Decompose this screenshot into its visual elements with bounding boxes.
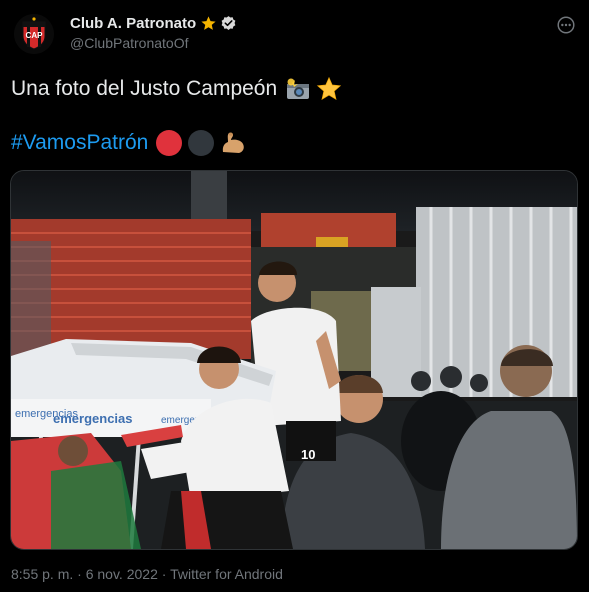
display-name[interactable]: Club A. Patronato [70,15,196,32]
player-number: 10 [301,447,315,462]
black-circle-icon [188,130,215,156]
red-circle-icon [156,130,183,156]
camera-with-flash-icon [287,78,310,99]
hashtag-row: #VamosPatrón [11,130,247,156]
star-icon [201,15,216,30]
star-icon [317,76,342,100]
stadium-celebration-image: 10 emergencias emergencias emergencias [11,171,577,549]
hashtag-link[interactable]: #VamosPatrón [11,131,148,155]
name-row: Club A. Patronato [70,13,237,33]
tweet-date[interactable]: 6 nov. 2022 [86,566,158,582]
more-options-icon[interactable] [555,14,577,36]
tweet-source[interactable]: Twitter for Android [170,566,283,582]
tweet-text-content: Una foto del Justo Campeón [11,77,278,100]
tweet-text: Una foto del Justo Campeón [11,76,342,102]
verified-badge-icon [221,15,236,30]
club-crest-icon: CAP [14,14,54,54]
tweet-meta: 8:55 p. m. · 6 nov. 2022 · Twitter for A… [11,566,283,582]
avatar[interactable]: CAP [14,14,54,54]
meta-separator: · [157,566,171,582]
meta-separator: · [73,566,86,582]
svg-text:CAP: CAP [26,31,44,40]
cart-banner-text-center: emergencias [53,411,133,426]
tweet-photo[interactable]: 10 emergencias emergencias emergencias [10,170,578,550]
tweet-header: CAP Club A. Patronato @ClubPatronatoOf [0,0,589,64]
user-handle[interactable]: @ClubPatronatoOf [70,35,189,51]
tweet-time[interactable]: 8:55 p. m. [11,566,73,582]
flexed-biceps-icon [223,132,245,153]
